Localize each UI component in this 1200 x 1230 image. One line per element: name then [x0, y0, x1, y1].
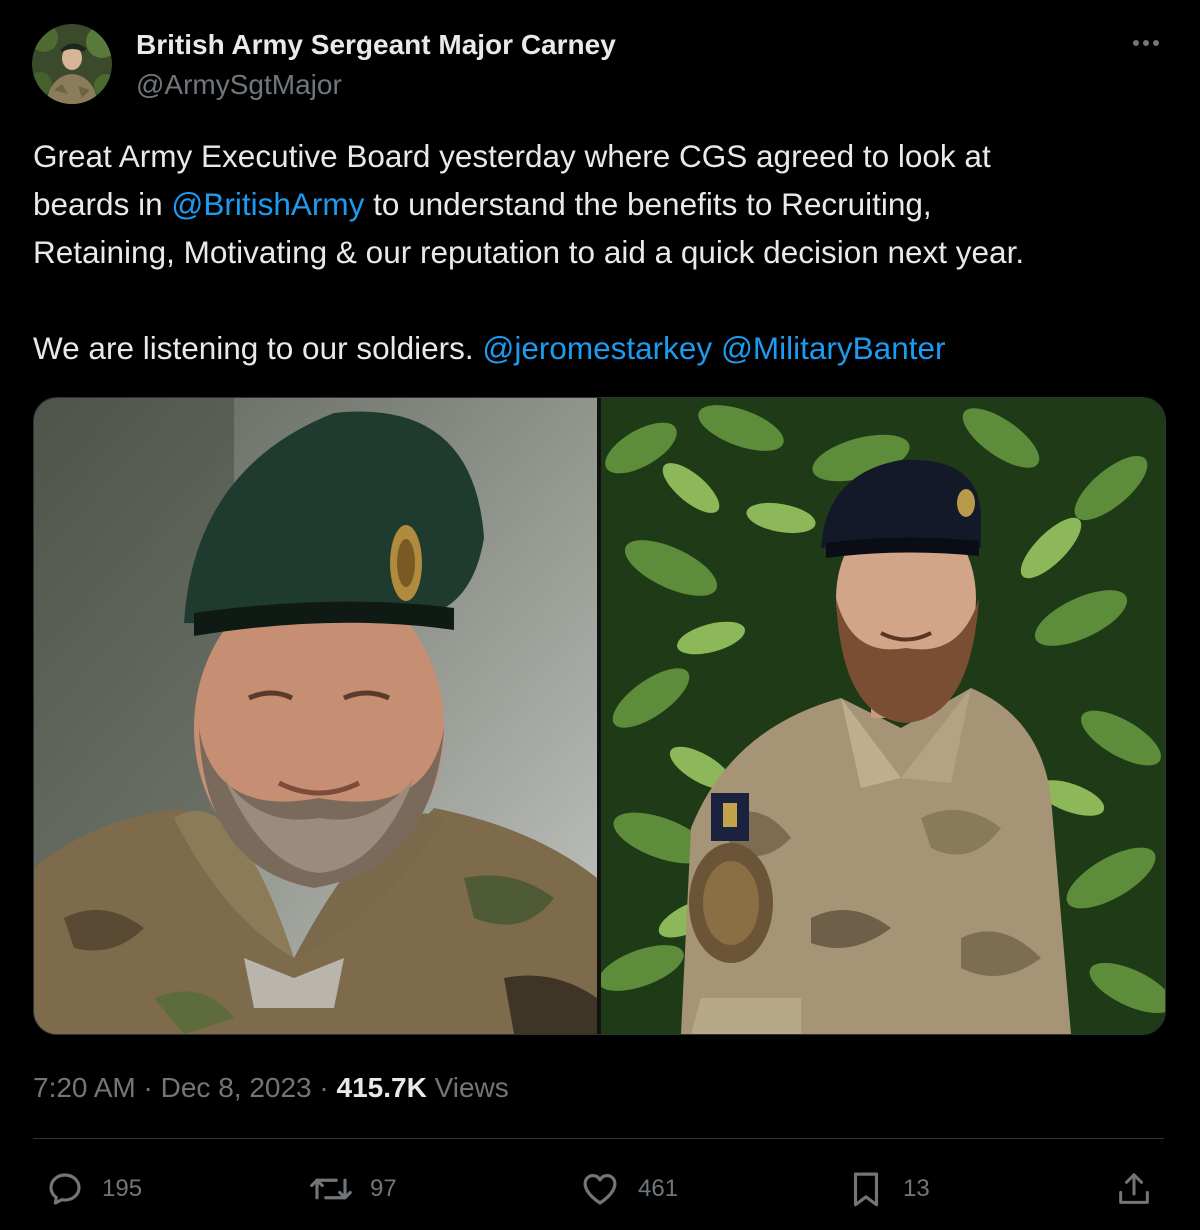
tweet-meta: 7:20 AM · Dec 8, 2023 · 415.7K Views [33, 1070, 509, 1106]
tweet-line: beards in @BritishArmy to understand the… [33, 180, 1173, 228]
mention-military-banter[interactable]: @MilitaryBanter [721, 330, 946, 366]
bookmark-button[interactable]: 13 [845, 1167, 930, 1211]
photo-bearded-officer [34, 398, 597, 1034]
photo-bearded-soldier [601, 398, 1165, 1034]
bookmark-count: 13 [903, 1175, 930, 1202]
reply-icon [49, 1173, 81, 1205]
tweet-media [33, 397, 1166, 1035]
reply-button[interactable]: 195 [44, 1167, 142, 1211]
avatar-image [32, 24, 112, 104]
meta-separator: · [319, 1072, 329, 1103]
bookmark-icon [853, 1172, 879, 1207]
like-button[interactable]: 461 [578, 1167, 678, 1211]
like-count: 461 [638, 1175, 679, 1202]
meta-separator: · [143, 1072, 153, 1103]
repost-icon [310, 1178, 352, 1200]
views-count: 415.7K [336, 1072, 427, 1103]
tweet-card: British Army Sergeant Major Carney @Army… [0, 0, 1200, 1230]
tweet-text-segment: Retaining, Motivating & our reputation t… [33, 234, 1025, 270]
author-avatar[interactable] [32, 24, 112, 104]
reply-count: 195 [102, 1175, 143, 1202]
tweet-text: Great Army Executive Board yesterday whe… [33, 132, 1173, 372]
share-button[interactable] [1114, 1167, 1154, 1211]
author-handle[interactable]: @ArmySgtMajor [136, 68, 342, 102]
share-icon [1119, 1173, 1149, 1204]
mention-british-army[interactable]: @BritishArmy [171, 186, 364, 222]
tweet-line: Great Army Executive Board yesterday whe… [33, 132, 1173, 180]
repost-count: 97 [370, 1175, 397, 1202]
more-button[interactable] [1126, 28, 1166, 58]
tweet-line: We are listening to our soldiers. @jerom… [33, 324, 1173, 372]
views-label: Views [434, 1072, 509, 1103]
tweet-text-segment: We are listening to our soldiers. [33, 330, 483, 366]
mention-jeromestarkey[interactable]: @jeromestarkey [482, 330, 712, 366]
tweet-line: Retaining, Motivating & our reputation t… [33, 228, 1173, 276]
tweet-time[interactable]: 7:20 AM [33, 1072, 136, 1103]
repost-button[interactable]: 97 [308, 1167, 397, 1211]
divider [33, 1138, 1164, 1139]
tweet-text-segment: beards in [33, 186, 172, 222]
photo-left[interactable] [34, 398, 597, 1034]
photo-right[interactable] [601, 398, 1165, 1034]
tweet-text-segment: to understand the benefits to Recruiting… [364, 186, 932, 222]
author-name[interactable]: British Army Sergeant Major Carney [136, 28, 616, 62]
more-horizontal-icon [1133, 40, 1159, 46]
tweet-text-segment: Great Army Executive Board yesterday whe… [33, 138, 991, 174]
tweet-date[interactable]: Dec 8, 2023 [161, 1072, 312, 1103]
heart-icon [583, 1173, 617, 1205]
